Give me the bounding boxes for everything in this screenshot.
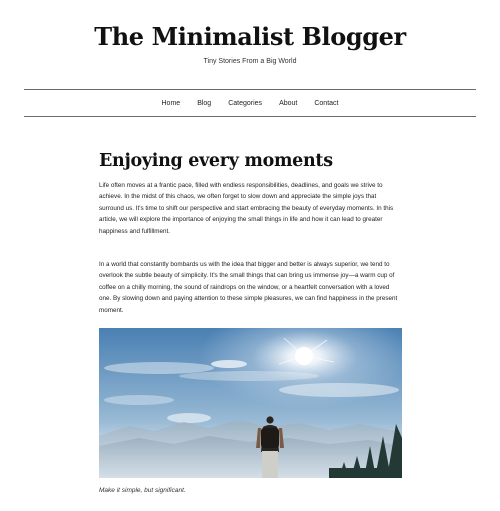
site-title[interactable]: The Minimalist Blogger (0, 0, 500, 55)
post-paragraph-1: Life often moves at a frantic pace, fill… (99, 182, 394, 235)
main-navigation: Home Blog Categories About Contact (24, 89, 476, 117)
image-caption: Make it simple, but significant. (99, 487, 186, 494)
nav-item-blog[interactable]: Blog (197, 100, 211, 107)
nav-item-about[interactable]: About (279, 100, 297, 107)
post-paragraph-2: In a world that constantly bombards us w… (99, 261, 398, 314)
site-header: The Minimalist Blogger Tiny Stories From… (0, 0, 500, 67)
post-title: Enjoying every moments (99, 151, 333, 171)
hero-image (99, 328, 402, 478)
post-content: Enjoying every moments Life often moves … (99, 149, 402, 316)
nav-item-categories[interactable]: Categories (228, 100, 262, 107)
nav-item-contact[interactable]: Contact (314, 100, 338, 107)
site-tagline: Tiny Stories From a Big World (203, 58, 297, 65)
nav-item-home[interactable]: Home (162, 100, 181, 107)
